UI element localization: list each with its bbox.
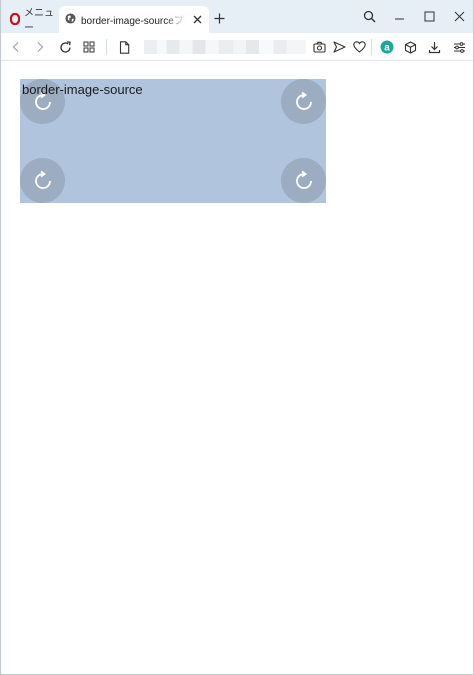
forward-icon — [37, 42, 44, 52]
easy-setup-icon — [453, 41, 465, 53]
page-viewport: border-image-source — [1, 61, 473, 674]
snapshot-button[interactable] — [310, 38, 328, 56]
close-window-button[interactable] — [447, 6, 471, 26]
menu-label: メニュー — [24, 8, 54, 34]
back-button[interactable] — [7, 38, 25, 56]
back-icon — [12, 42, 19, 52]
send-to-flow-button[interactable] — [330, 38, 348, 56]
site-info-button[interactable] — [115, 38, 133, 56]
cube-button[interactable] — [401, 38, 419, 56]
opera-menu-button[interactable]: メニュー — [4, 6, 56, 34]
search-tabs-button[interactable] — [357, 6, 381, 26]
tab-active[interactable]: border-image-sourceプロパティ — [59, 6, 209, 33]
plus-icon — [214, 13, 224, 23]
address-bar[interactable] — [144, 40, 306, 54]
close-tab-icon[interactable] — [191, 14, 203, 26]
browser-window: メニュー border-image-sourceプロパティ — [0, 0, 474, 675]
speed-dial-icon — [83, 41, 95, 53]
download-icon — [428, 41, 440, 53]
navigation-toolbar: a — [1, 33, 473, 61]
cube-icon — [404, 40, 416, 54]
globe-icon — [65, 12, 76, 27]
extension-button[interactable]: a — [378, 38, 396, 56]
page-icon — [119, 40, 129, 54]
corner-refresh-icon — [281, 158, 326, 203]
opera-logo-icon — [10, 13, 20, 25]
maximize-button[interactable] — [417, 6, 441, 26]
minimize-button[interactable] — [387, 6, 411, 26]
corner-refresh-icon — [20, 158, 65, 203]
demo-text: border-image-source — [22, 82, 143, 97]
easy-setup-button[interactable] — [450, 38, 468, 56]
new-tab-button[interactable] — [211, 10, 227, 26]
search-icon — [363, 10, 375, 22]
downloads-button[interactable] — [425, 38, 443, 56]
camera-icon — [312, 41, 326, 53]
border-image-demo-box: border-image-source — [20, 79, 326, 203]
send-icon — [332, 41, 346, 53]
reload-icon — [59, 40, 71, 53]
bookmark-button[interactable] — [350, 38, 368, 56]
extension-a-icon: a — [380, 40, 394, 54]
tab-strip: メニュー border-image-sourceプロパティ — [1, 0, 473, 34]
corner-refresh-icon — [281, 79, 326, 124]
maximize-icon — [424, 11, 434, 21]
toolbar-divider — [106, 39, 107, 55]
heart-icon — [352, 41, 366, 53]
svg-text:a: a — [384, 43, 390, 54]
minimize-icon — [394, 18, 404, 19]
toolbar-divider — [371, 39, 372, 55]
tab-title: border-image-sourceプロパティ — [81, 16, 186, 27]
forward-button[interactable] — [31, 38, 49, 56]
speed-dial-button[interactable] — [80, 38, 98, 56]
close-icon — [454, 11, 464, 21]
reload-button[interactable] — [56, 38, 74, 56]
